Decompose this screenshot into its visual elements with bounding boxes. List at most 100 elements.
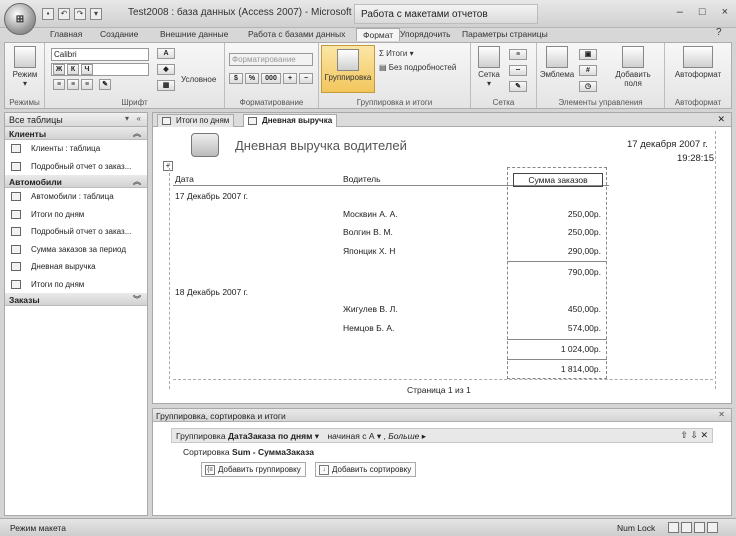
- conditional-format-button[interactable]: Условное: [181, 75, 216, 84]
- nav-item[interactable]: Сумма заказов за период: [5, 241, 147, 259]
- sum-cell[interactable]: 250,00р.: [513, 227, 601, 237]
- sum-cell[interactable]: 290,00р.: [513, 246, 601, 256]
- driver-cell[interactable]: Жигулев В. Л.: [343, 304, 398, 314]
- gridlines-button[interactable]: Сетка ▾: [475, 46, 503, 88]
- nav-item[interactable]: Автомобили : таблица: [5, 188, 147, 206]
- italic-button[interactable]: К: [67, 64, 79, 75]
- thousands-button[interactable]: 000: [261, 73, 281, 84]
- increase-decimals-icon[interactable]: +: [283, 73, 297, 84]
- tab-arrange[interactable]: Упорядочить: [400, 29, 451, 39]
- column-header-date[interactable]: Дата: [175, 174, 194, 184]
- line-color-icon[interactable]: ✎: [509, 81, 527, 92]
- nav-group-clients[interactable]: Клиенты ︽: [5, 127, 147, 140]
- sort-level-row[interactable]: Сортировка Sum - СуммаЗаказа: [183, 447, 314, 457]
- report-title[interactable]: Дневная выручка водителей: [235, 138, 407, 153]
- alt-fill-icon[interactable]: ▦: [157, 80, 175, 91]
- nav-group-orders[interactable]: Заказы ︾: [5, 293, 147, 306]
- close-document-icon[interactable]: ✕: [717, 114, 725, 125]
- doc-tab-daily-revenue[interactable]: Дневная выручка: [243, 114, 338, 127]
- align-left-icon[interactable]: ≡: [53, 79, 65, 90]
- title-control-icon[interactable]: ▣: [579, 49, 597, 60]
- column-header-driver[interactable]: Водитель: [343, 174, 381, 184]
- align-center-icon[interactable]: ≡: [67, 79, 79, 90]
- save-icon[interactable]: ▪: [42, 8, 54, 20]
- customize-qat-icon[interactable]: ▾: [90, 8, 102, 20]
- nav-group-cars[interactable]: Автомобили ︽: [5, 175, 147, 188]
- totals-button[interactable]: Σ Итоги ▾: [379, 49, 414, 58]
- group-date[interactable]: 18 Декабрь 2007 г.: [175, 287, 248, 297]
- font-name-select[interactable]: Calibri: [51, 48, 149, 61]
- sum-cell[interactable]: 250,00р.: [513, 209, 601, 219]
- nav-collapse-icon[interactable]: «: [137, 114, 141, 123]
- tab-database-tools[interactable]: Работа с базами данных: [248, 29, 345, 39]
- delete-level-icon[interactable]: ✕: [700, 430, 708, 440]
- underline-button[interactable]: Ч: [81, 64, 93, 75]
- layout-selector-icon[interactable]: +: [163, 161, 173, 171]
- report-time[interactable]: 19:28:15: [677, 153, 714, 164]
- nav-item[interactable]: Итоги по дням: [5, 276, 147, 294]
- group-date[interactable]: 17 Декабрь 2007 г.: [175, 191, 248, 201]
- subtotal-cell[interactable]: 790,00р.: [513, 267, 601, 277]
- nav-item[interactable]: Клиенты : таблица: [5, 140, 147, 158]
- redo-icon[interactable]: ↷: [74, 8, 86, 20]
- line-type-icon[interactable]: ┄: [509, 65, 527, 76]
- tab-external-data[interactable]: Внешние данные: [160, 29, 228, 39]
- driver-cell[interactable]: Немцов Б. А.: [343, 323, 394, 333]
- group-level-row[interactable]: Группировка ДатаЗаказа по дням ▾ начиная…: [171, 428, 713, 443]
- view-button[interactable]: Режим ▾: [9, 46, 41, 88]
- maximize-button[interactable]: □: [699, 6, 706, 18]
- more-options-link[interactable]: Больше: [388, 431, 419, 441]
- font-size-select[interactable]: 11: [51, 63, 149, 76]
- office-button[interactable]: ⊞: [4, 3, 36, 35]
- tab-page-setup[interactable]: Параметры страницы: [462, 29, 548, 39]
- align-right-icon[interactable]: ≡: [81, 79, 93, 90]
- subtotal-cell[interactable]: 1 024,00р.: [513, 344, 601, 354]
- autoformat-button[interactable]: Автоформат: [673, 46, 723, 79]
- nav-header[interactable]: Все таблицы ▾ «: [5, 113, 147, 127]
- print-preview-icon[interactable]: [681, 522, 692, 533]
- move-down-icon[interactable]: ⇩: [690, 430, 698, 440]
- minimize-button[interactable]: –: [677, 6, 683, 18]
- tab-create[interactable]: Создание: [100, 29, 138, 39]
- grand-total-cell[interactable]: 1 814,00р.: [513, 364, 601, 374]
- grouping-button[interactable]: Группировка: [321, 45, 375, 93]
- format-painter-icon[interactable]: ✎: [99, 79, 111, 90]
- column-header-sum[interactable]: Сумма заказов: [513, 173, 603, 187]
- date-time-icon[interactable]: ◷: [579, 81, 597, 92]
- sort-field-select[interactable]: Sum - СуммаЗаказа: [232, 447, 314, 457]
- tab-format[interactable]: Формат: [356, 28, 401, 41]
- nav-item[interactable]: Дневная выручка: [5, 258, 147, 276]
- bold-button[interactable]: Ж: [53, 64, 65, 75]
- undo-icon[interactable]: ↶: [58, 8, 70, 20]
- driver-cell[interactable]: Японцик Х. Н: [343, 246, 395, 256]
- format-select[interactable]: Форматирование: [229, 53, 313, 66]
- decrease-decimals-icon[interactable]: −: [299, 73, 313, 84]
- logo-button[interactable]: Эмблема: [539, 46, 575, 79]
- line-thickness-icon[interactable]: ≡: [509, 49, 527, 60]
- nav-item[interactable]: Подробный отчет о заказ...: [5, 158, 147, 176]
- percent-button[interactable]: %: [245, 73, 259, 84]
- add-group-button[interactable]: {≡ Добавить группировку: [201, 462, 306, 477]
- design-view-icon[interactable]: [707, 522, 718, 533]
- help-icon[interactable]: ?: [716, 27, 722, 38]
- nav-dropdown-icon[interactable]: ▾: [125, 114, 129, 123]
- add-fields-button[interactable]: Добавить поля: [613, 46, 653, 88]
- group-order-select[interactable]: начиная с А: [327, 431, 374, 441]
- add-sort-button[interactable]: ↓ Добавить сортировку: [315, 462, 417, 477]
- report-date[interactable]: 17 декабря 2007 г.: [627, 139, 708, 150]
- group-field-select[interactable]: ДатаЗаказа по дням: [228, 431, 312, 441]
- page-numbers-icon[interactable]: #: [579, 65, 597, 76]
- sum-cell[interactable]: 450,00р.: [513, 304, 601, 314]
- driver-cell[interactable]: Москвин А. А.: [343, 209, 398, 219]
- doc-tab-daily-totals[interactable]: Итоги по дням: [157, 114, 235, 127]
- close-button[interactable]: ×: [722, 6, 728, 18]
- nav-item[interactable]: Итоги по дням: [5, 206, 147, 224]
- tab-home[interactable]: Главная: [50, 29, 82, 39]
- close-pane-icon[interactable]: ✕: [718, 410, 725, 419]
- currency-icon[interactable]: $: [229, 73, 243, 84]
- driver-cell[interactable]: Волгин В. М.: [343, 227, 393, 237]
- nav-item[interactable]: Подробный отчет о заказ...: [5, 223, 147, 241]
- fill-color-icon[interactable]: ◆: [157, 64, 175, 75]
- sum-cell[interactable]: 574,00р.: [513, 323, 601, 333]
- page-number[interactable]: Страница 1 из 1: [407, 385, 471, 395]
